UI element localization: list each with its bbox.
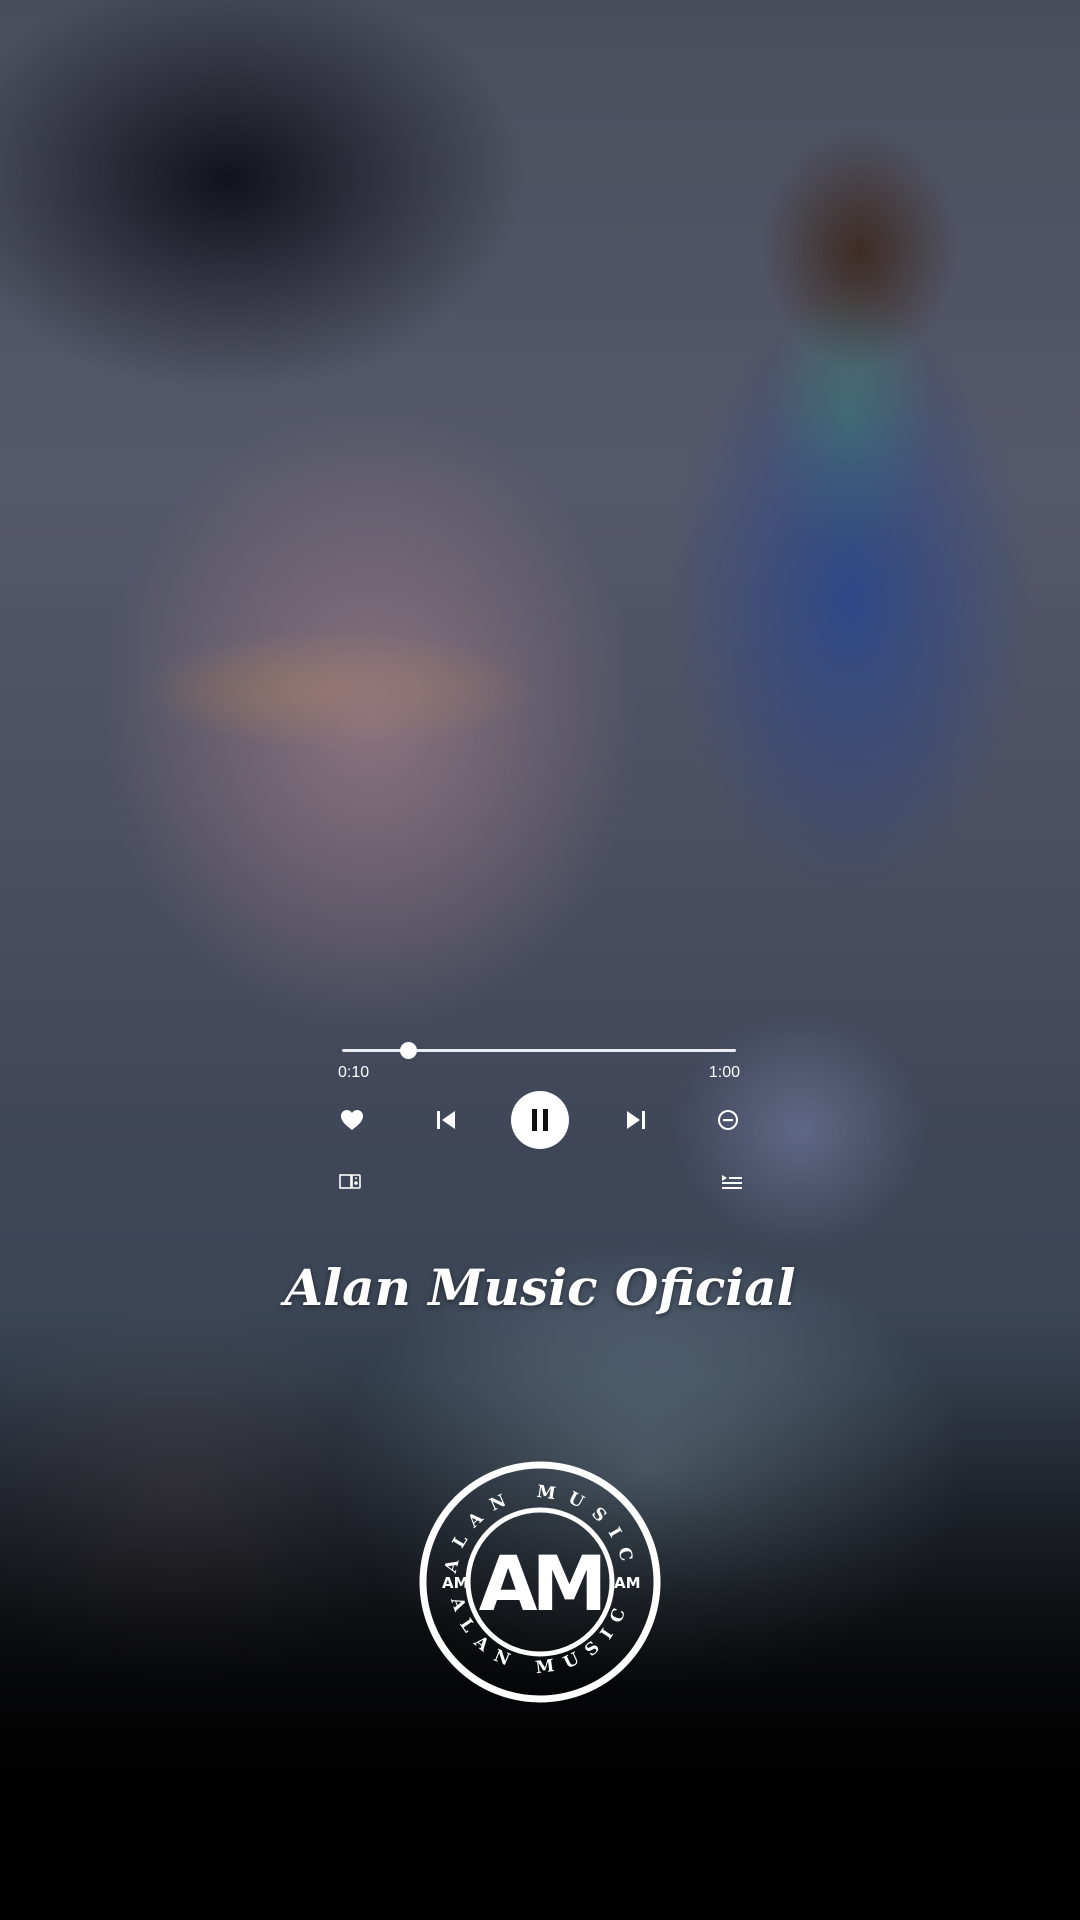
next-button[interactable] xyxy=(616,1100,656,1140)
queue-list-icon xyxy=(722,1175,742,1189)
minus-circle-icon xyxy=(718,1110,738,1130)
progress-bar[interactable] xyxy=(338,1040,740,1070)
device-button[interactable] xyxy=(334,1166,366,1198)
progress-thumb[interactable] xyxy=(399,1042,417,1059)
like-button[interactable] xyxy=(332,1100,372,1140)
skip-next-icon xyxy=(627,1111,645,1129)
secondary-controls xyxy=(338,1164,742,1200)
logo-monogram-right: AM xyxy=(614,1574,641,1592)
channel-name: Alan Music Oficial xyxy=(284,1258,796,1317)
logo-monogram-center: AM xyxy=(479,1539,601,1628)
logo-monogram-left: AM xyxy=(442,1574,469,1592)
cast-device-icon xyxy=(339,1174,361,1189)
am-logo-icon: ALAN MUSIC ALAN MUSIC AM AM AM xyxy=(419,1461,661,1703)
previous-button[interactable] xyxy=(426,1100,466,1140)
playback-controls xyxy=(338,1088,740,1152)
pause-icon xyxy=(532,1109,548,1131)
music-player: 0:10 1:00 xyxy=(338,1040,742,1200)
queue-button[interactable] xyxy=(716,1166,748,1198)
channel-logo: ALAN MUSIC ALAN MUSIC AM AM AM xyxy=(418,1460,662,1704)
heart-icon xyxy=(341,1110,363,1130)
screen: 0:10 1:00 Alan Music Oficial ALAN MUSIC … xyxy=(0,0,1080,1920)
skip-previous-icon xyxy=(437,1111,455,1129)
play-pause-button[interactable] xyxy=(511,1091,569,1149)
remove-button[interactable] xyxy=(708,1100,748,1140)
